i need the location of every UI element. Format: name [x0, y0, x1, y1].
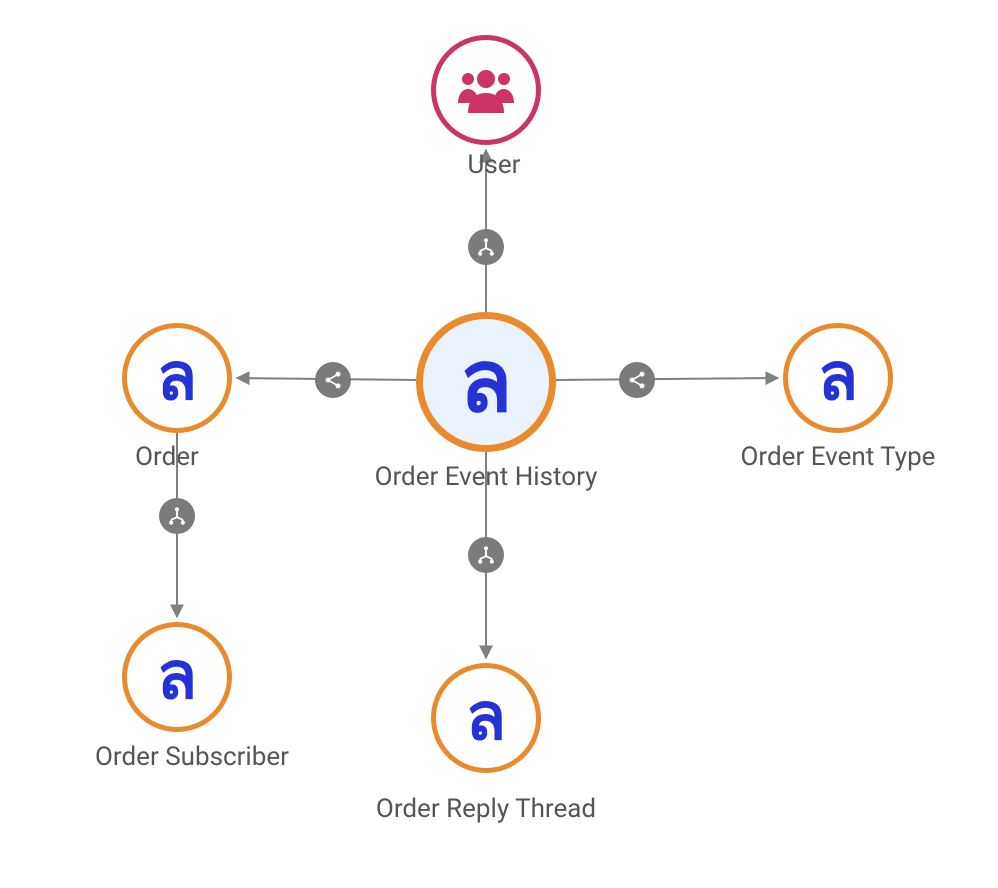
node-order-subscriber[interactable]: ล [122, 622, 232, 732]
entity-glyph-icon: ล [157, 345, 197, 411]
node-order-reply-thread[interactable]: ล [431, 663, 541, 773]
node-label-order-subscriber: Order Subscriber [95, 742, 289, 772]
users-icon [454, 63, 518, 117]
node-label-order-event-type: Order Event Type [741, 442, 936, 472]
node-order[interactable]: ล [122, 323, 232, 433]
edge-center-order-event-type [556, 378, 778, 380]
entity-glyph-icon: ล [818, 345, 858, 411]
entity-glyph-icon: ล [460, 339, 513, 425]
branch-icon [476, 237, 496, 257]
relationship-badge-many-to-one[interactable] [159, 498, 195, 534]
share-icon [627, 370, 647, 390]
diagram-canvas: ล Order Event History User [0, 0, 998, 888]
branch-icon [476, 545, 496, 565]
relationship-badge-one-to-many[interactable] [315, 362, 351, 398]
node-label-order-reply-thread: Order Reply Thread [376, 794, 596, 824]
node-order-event-history[interactable]: ล [416, 312, 556, 452]
share-icon [323, 370, 343, 390]
relationship-badge-one-to-many[interactable] [619, 362, 655, 398]
relationship-badge-many-to-one[interactable] [468, 537, 504, 573]
node-label-user: User [468, 150, 521, 180]
entity-glyph-icon: ล [157, 644, 197, 710]
node-order-event-type[interactable]: ล [783, 323, 893, 433]
node-label-order: Order [135, 442, 199, 472]
relationship-badge-many-to-one[interactable] [468, 229, 504, 265]
node-label-order-event-history: Order Event History [375, 462, 598, 492]
branch-icon [167, 506, 187, 526]
node-user[interactable] [431, 35, 541, 145]
entity-glyph-icon: ล [466, 685, 506, 751]
